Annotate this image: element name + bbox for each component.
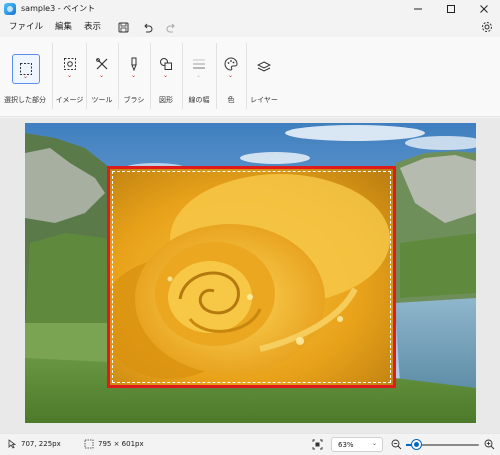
- line-width-chevron-down-icon: ⌄: [196, 72, 202, 79]
- menu-bar: ファイル 編集 表示: [0, 17, 500, 37]
- ribbon-group-color[interactable]: ⌄ 色: [217, 37, 245, 117]
- shapes-chevron-down-icon: ⌄: [163, 72, 169, 79]
- fit-to-window-icon: [312, 439, 323, 450]
- maximize-button[interactable]: [434, 0, 467, 17]
- ribbon-label-shapes: 図形: [159, 96, 173, 104]
- close-icon: [479, 4, 488, 13]
- zoom-value: 63%: [338, 440, 354, 449]
- zoom-dropdown[interactable]: 63% ⌄: [331, 437, 383, 452]
- color-chevron-down-icon: ⌄: [228, 72, 234, 79]
- save-icon: [118, 22, 129, 32]
- line-width-button[interactable]: [192, 57, 206, 71]
- paint-app-icon: [4, 2, 16, 15]
- shapes-button[interactable]: [159, 57, 173, 71]
- layers-button[interactable]: [257, 60, 271, 74]
- cursor-position-text: 707, 225px: [21, 440, 61, 448]
- image-tool-button[interactable]: [63, 57, 77, 71]
- close-button[interactable]: [467, 0, 500, 17]
- ribbon-group-tools[interactable]: ⌄ ツール: [87, 37, 117, 117]
- brush-icon: [131, 57, 137, 71]
- zoom-slider-thumb[interactable]: [412, 440, 421, 449]
- image-chevron-down-icon: ⌄: [67, 72, 73, 79]
- ribbon-group-image[interactable]: ⌄ イメージ: [53, 37, 86, 117]
- zoom-in-icon: [484, 439, 495, 450]
- zoom-in-button[interactable]: [484, 439, 495, 450]
- ribbon-group-shapes[interactable]: ⌄ 図形: [151, 37, 181, 117]
- ribbon-group-layers[interactable]: レイヤー: [247, 37, 281, 117]
- selection-size-text: 795 × 601px: [98, 440, 144, 448]
- ribbon-label-color: 色: [227, 96, 235, 104]
- ribbon-group-selection[interactable]: ⌄ 選択した部分: [2, 37, 48, 117]
- layers-icon: [257, 61, 271, 72]
- selection-chevron-down-icon: ⌄: [23, 73, 29, 80]
- minimize-icon: [413, 8, 422, 9]
- chevron-down-icon: ⌄: [371, 440, 377, 447]
- ribbon-group-line-width[interactable]: ⌄ 線の幅: [183, 37, 215, 117]
- undo-icon: [143, 23, 152, 32]
- gear-icon: [482, 22, 492, 32]
- palette-icon: [224, 57, 238, 71]
- maximize-icon: [446, 4, 455, 13]
- brush-chevron-down-icon: ⌄: [131, 72, 137, 79]
- shapes-icon: [160, 58, 172, 70]
- fit-to-window-button[interactable]: [312, 439, 323, 450]
- minimize-button[interactable]: [401, 0, 434, 17]
- ribbon-label-image: イメージ: [55, 96, 84, 104]
- cursor-position: 707, 225px: [8, 439, 61, 449]
- redo-button[interactable]: [161, 17, 181, 37]
- menu-view[interactable]: 表示: [78, 17, 107, 37]
- window-controls: [401, 0, 500, 17]
- selection-rectangle[interactable]: [107, 166, 396, 388]
- color-button[interactable]: [224, 57, 238, 71]
- settings-button[interactable]: [480, 20, 494, 34]
- zoom-out-button[interactable]: [391, 439, 402, 450]
- title-bar: sample3 - ペイント: [0, 0, 500, 17]
- ribbon: ⌄ 選択した部分 ⌄ イメージ ⌄ ツール ⌄ ブラシ ⌄ 図形 ⌄ 線の幅 ⌄…: [0, 37, 500, 117]
- menu-edit[interactable]: 編集: [49, 17, 78, 37]
- ribbon-label-brush: ブラシ: [123, 96, 145, 104]
- zoom-out-icon: [391, 439, 402, 450]
- redo-icon: [166, 23, 175, 32]
- zoom-slider[interactable]: [406, 440, 479, 449]
- save-button[interactable]: [113, 17, 133, 37]
- ribbon-label-line-width: 線の幅: [188, 96, 210, 104]
- undo-button[interactable]: [137, 17, 157, 37]
- ribbon-label-layers: レイヤー: [250, 96, 278, 104]
- tools-button[interactable]: [95, 57, 109, 71]
- tools-chevron-down-icon: ⌄: [99, 72, 105, 79]
- ribbon-label-tools: ツール: [91, 96, 113, 104]
- menu-file[interactable]: ファイル: [3, 17, 49, 37]
- line-width-icon: [193, 59, 205, 69]
- ribbon-group-brush[interactable]: ⌄ ブラシ: [119, 37, 149, 117]
- brush-button[interactable]: [127, 57, 141, 71]
- cursor-icon: [8, 439, 17, 449]
- selection-size: 795 × 601px: [84, 439, 144, 449]
- window-title: sample3 - ペイント: [21, 4, 96, 13]
- selection-marquee: [112, 171, 391, 383]
- ribbon-label-selection: 選択した部分: [4, 96, 46, 104]
- status-bar: 707, 225px 795 × 601px 63% ⌄: [0, 433, 500, 455]
- image-icon: [64, 58, 76, 70]
- tools-icon: [96, 58, 108, 70]
- selection-size-icon: [84, 439, 94, 449]
